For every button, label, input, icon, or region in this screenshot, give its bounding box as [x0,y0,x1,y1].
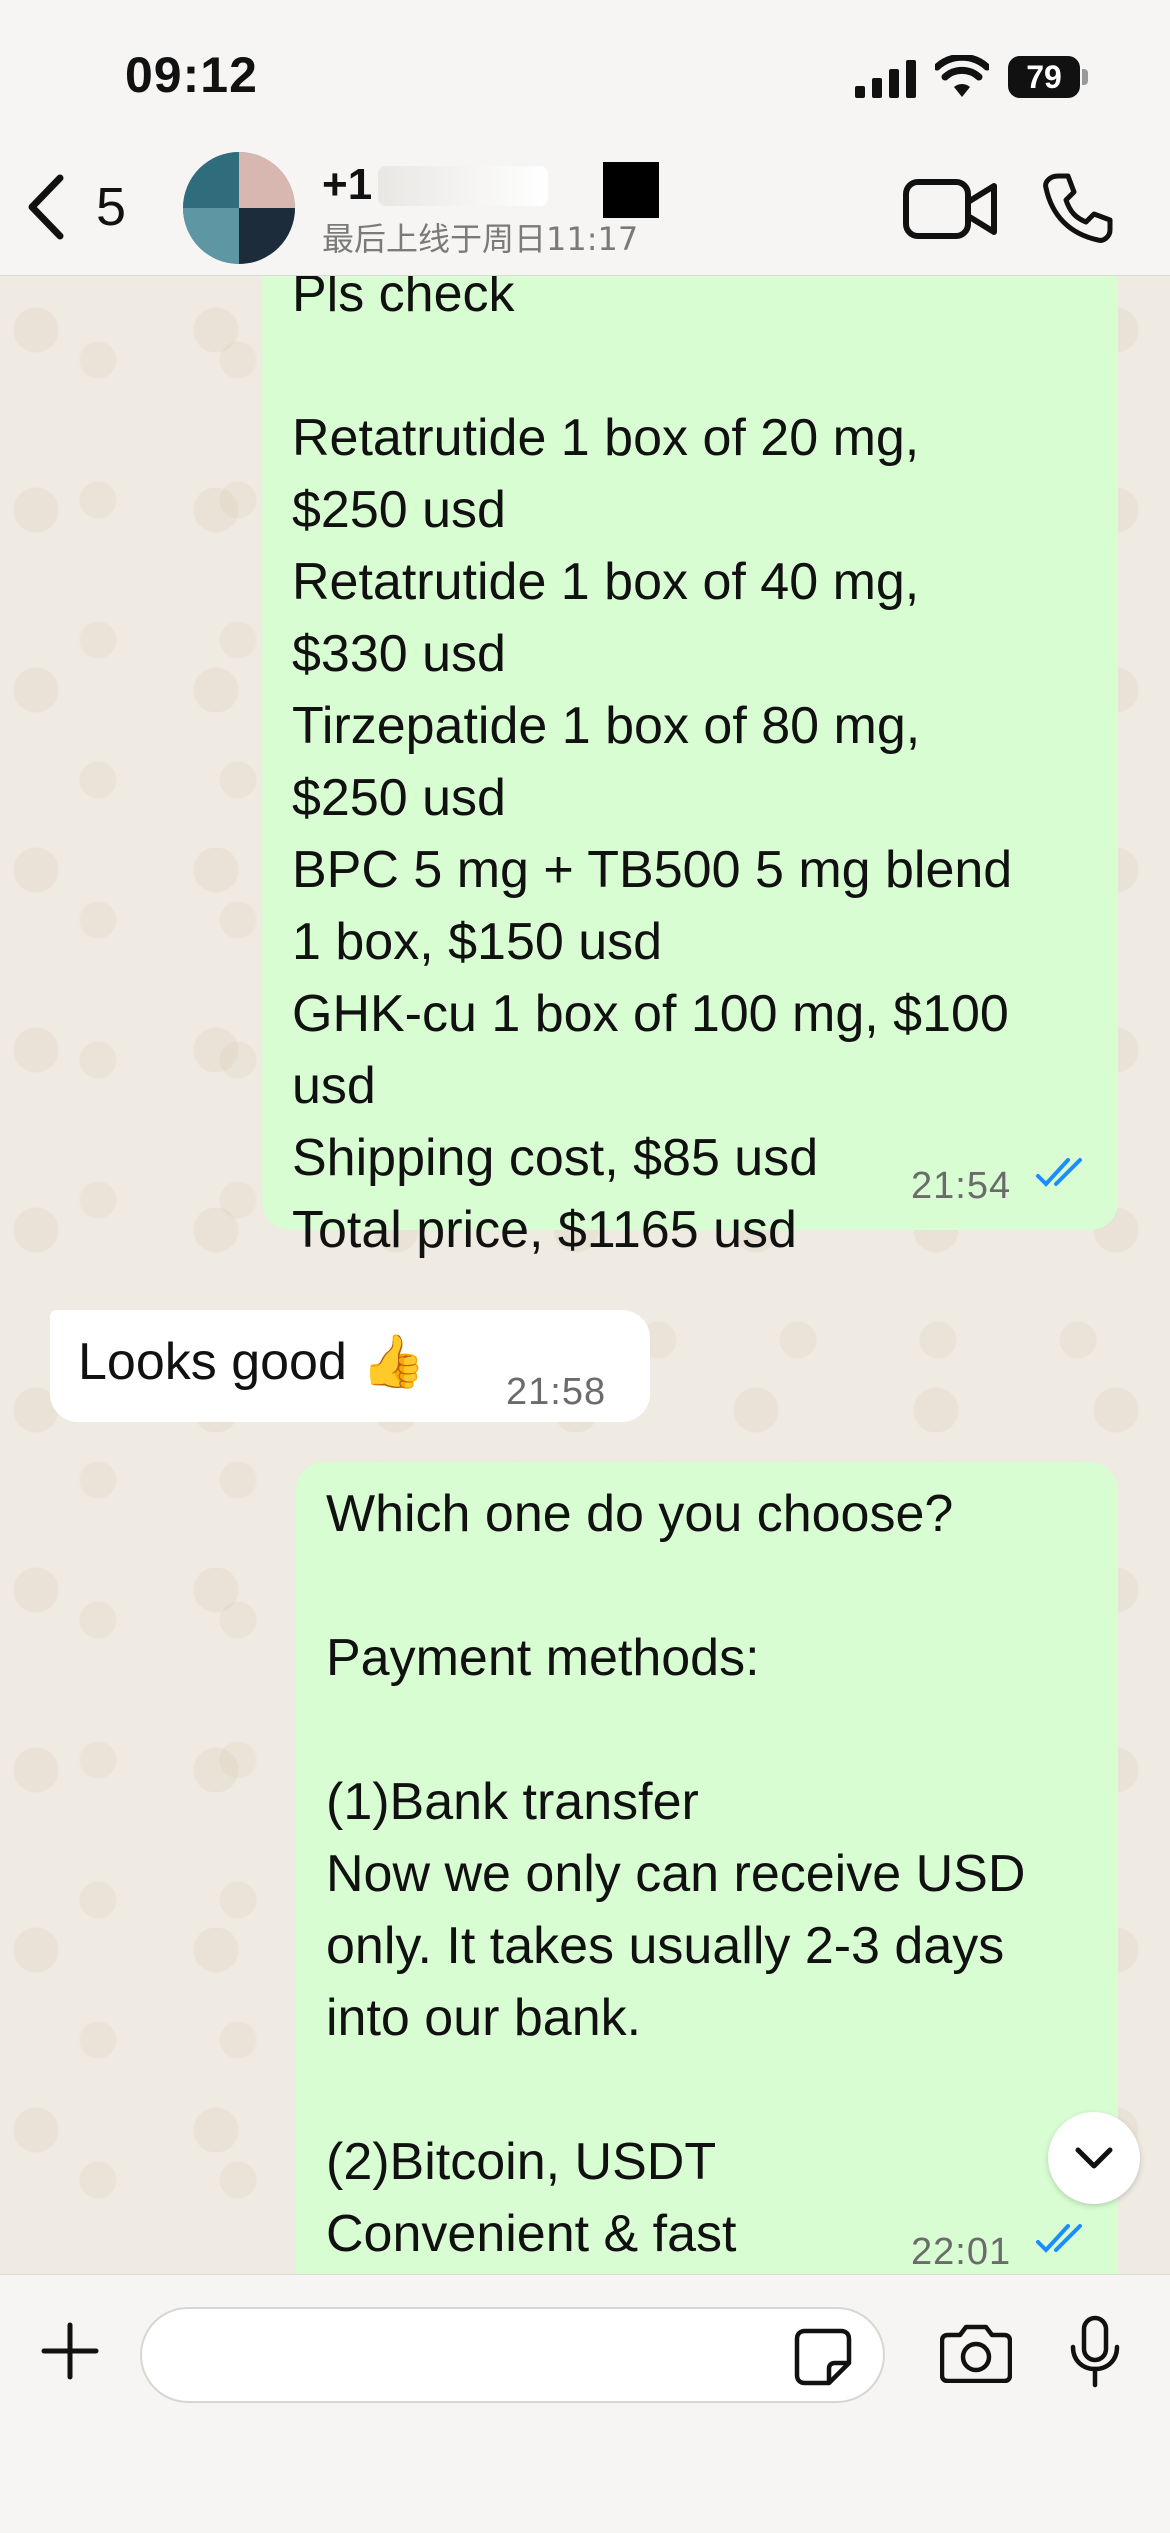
message-text: Which one do you choose? Payment methods… [326,1485,1026,2263]
sticker-icon[interactable] [793,2327,853,2387]
chat-header: 5 +1 最后上线于周日11:17 [0,150,1170,276]
video-call-icon[interactable] [902,174,998,244]
message-time: 22:01 [911,2231,1012,2273]
outgoing-message-bubble[interactable]: Which one do you choose? Payment methods… [296,1462,1118,2274]
thumbs-up-emoji: 👍 [361,1332,427,1392]
incoming-message-bubble[interactable]: Looks good 👍 21:58 [50,1310,650,1422]
battery-icon: 79 [1008,56,1090,98]
voice-call-icon[interactable] [1040,170,1116,246]
back-unread-count[interactable]: 5 [96,176,126,238]
redacted-name-blur [378,166,548,206]
message-time: 21:58 [506,1371,607,1413]
back-chevron-icon[interactable] [22,172,72,242]
wifi-icon [935,55,989,97]
read-receipt-icon [1036,2224,1082,2253]
battery-level: 79 [1008,56,1080,98]
contact-name[interactable]: +1 [322,160,372,210]
status-bar: 09:12 79 [0,0,1170,150]
message-input-bar [0,2274,1170,2533]
chat-area[interactable]: Pls check Retatrutide 1 box of 20 mg, $2… [0,276,1170,2274]
plus-icon[interactable] [40,2321,100,2381]
scroll-to-bottom-button[interactable] [1048,2112,1140,2204]
message-input[interactable] [140,2307,885,2403]
chevron-down-icon [1075,2147,1113,2169]
message-text: Looks good 👍 [78,1332,427,1392]
message-time: 21:54 [911,1165,1012,1207]
microphone-icon[interactable] [1065,2315,1125,2389]
outgoing-message-bubble[interactable]: Pls check Retatrutide 1 box of 20 mg, $2… [262,276,1118,1259]
last-seen-status: 最后上线于周日11:17 [322,220,639,258]
cellular-signal-icon [855,60,916,98]
status-time: 09:12 [125,47,258,103]
read-receipt-icon [1036,1158,1082,1187]
redacted-name-block [603,162,659,218]
contact-avatar[interactable] [183,152,295,264]
message-text: Pls check Retatrutide 1 box of 20 mg, $2… [292,276,1013,1259]
camera-icon[interactable] [940,2321,1012,2383]
